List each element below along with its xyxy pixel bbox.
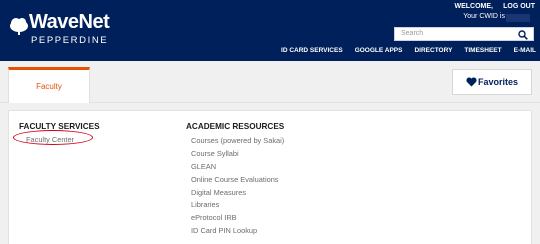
link-eprotocol-irb[interactable]: eProtocol IRB bbox=[191, 212, 284, 225]
tab-faculty[interactable]: Faculty bbox=[8, 67, 90, 103]
link-course-syllabi[interactable]: Course Syllabi bbox=[191, 148, 284, 161]
academic-resources-list: Courses (powered by Sakai) Course Syllab… bbox=[191, 135, 284, 238]
link-glean[interactable]: GLEAN bbox=[191, 161, 284, 174]
cloud-icon bbox=[10, 18, 28, 35]
link-online-course-evaluations[interactable]: Online Course Evaluations bbox=[191, 174, 284, 187]
tab-faculty-label: Faculty bbox=[36, 82, 62, 91]
highlight-circle bbox=[13, 130, 93, 145]
academic-resources-title: ACADEMIC RESOURCES bbox=[186, 122, 285, 131]
links-panel: FACULTY SERVICES Faculty Center ACADEMIC… bbox=[8, 110, 532, 244]
nav-directory[interactable]: DIRECTORY bbox=[414, 47, 452, 54]
nav-email[interactable]: E-MAIL bbox=[514, 47, 536, 54]
link-libraries[interactable]: Libraries bbox=[191, 199, 284, 212]
nav-google-apps[interactable]: GOOGLE APPS bbox=[355, 47, 403, 54]
logout-link[interactable]: LOG OUT bbox=[503, 3, 535, 10]
wavenet-logo[interactable]: WaveNet PEPPERDINE bbox=[8, 11, 128, 47]
link-id-card-pin-lookup[interactable]: ID Card PIN Lookup bbox=[191, 225, 284, 238]
heart-icon bbox=[466, 77, 477, 87]
cwid-text: Your CWID is bbox=[463, 13, 505, 20]
content-area: FACULTY SERVICES Faculty Center ACADEMIC… bbox=[0, 103, 540, 244]
welcome-text: WELCOME, bbox=[454, 3, 494, 10]
favorites-button[interactable]: Favorites bbox=[452, 69, 532, 95]
nav-id-card-services[interactable]: ID CARD SERVICES bbox=[281, 47, 343, 54]
favorites-label: Favorites bbox=[478, 77, 519, 87]
search-input[interactable]: Search bbox=[394, 27, 534, 41]
search-icon[interactable] bbox=[518, 30, 528, 40]
top-header: WaveNet PEPPERDINE WELCOME, LOG OUT Your… bbox=[0, 0, 540, 61]
nav-timesheet[interactable]: TIMESHEET bbox=[464, 47, 501, 54]
cwid-redacted bbox=[506, 14, 530, 22]
logo-subtitle: PEPPERDINE bbox=[31, 35, 109, 46]
logo-title: WaveNet bbox=[29, 11, 110, 33]
link-digital-measures[interactable]: Digital Measures bbox=[191, 187, 284, 200]
search-placeholder: Search bbox=[401, 30, 424, 37]
top-nav: ID CARD SERVICES GOOGLE APPS DIRECTORY T… bbox=[281, 47, 536, 54]
link-courses-sakai[interactable]: Courses (powered by Sakai) bbox=[191, 135, 284, 148]
